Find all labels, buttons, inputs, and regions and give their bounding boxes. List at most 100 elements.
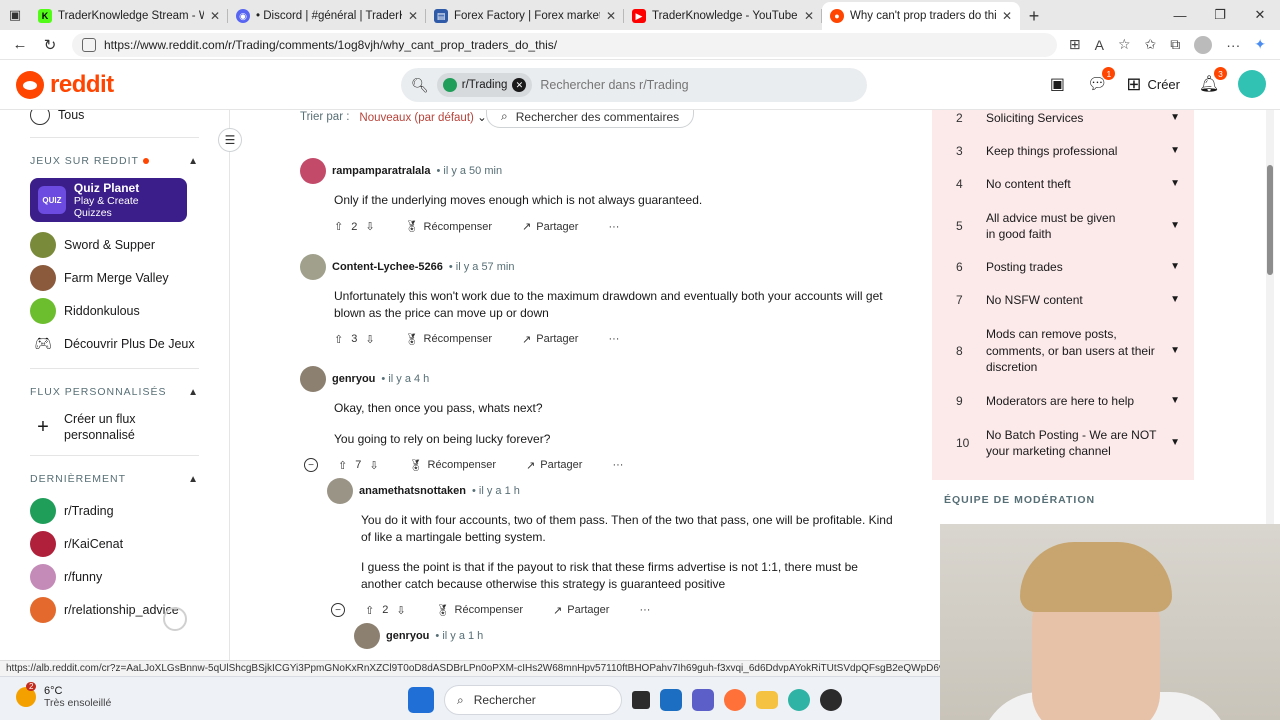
comment-search-button[interactable]: ⌕ Rechercher des commentaires [486,110,695,128]
share-button[interactable]: ↗ Partager [522,220,578,234]
comment-time[interactable]: il y a 1 h [442,630,483,642]
recent-section-header[interactable]: DERNIÈREMENT ▲ [30,464,199,494]
rule-item[interactable]: 3 Keep things professional ▼ [956,143,1180,159]
collapse-thread-icon[interactable]: − [304,458,318,472]
quiz-planet-card[interactable]: QUIZ Quiz Planet Play & Create Quizzes [30,178,187,222]
sidebar-item-recent[interactable]: r/Trading [30,494,199,527]
rule-item[interactable]: 4 No content theft ▼ [956,176,1180,192]
games-section-header[interactable]: JEUX SUR REDDIT ▲ [30,146,199,176]
collapse-thread-icon[interactable]: − [331,603,345,617]
reddit-logo[interactable]: reddit [16,70,114,99]
sidebar-item-all[interactable]: Tous [30,110,199,131]
rule-item[interactable]: 10 No Batch Posting - We are NOT your mar… [956,426,1180,460]
close-tab-icon[interactable]: ✕ [804,9,814,23]
browser-tab[interactable]: ▤ Forex Factory | Forex markets for ✕ [426,2,624,30]
custom-feeds-section-header[interactable]: FLUX PERSONNALISÉS ▲ [30,377,199,407]
file-explorer-icon[interactable] [756,691,778,709]
rule-item[interactable]: 5 All advice must be given in good faith ▼ [956,209,1180,243]
award-button[interactable]: 🏅︎ Récompenser [405,220,492,234]
refresh-icon[interactable]: ↻ [38,33,62,57]
rule-item[interactable]: 9 Moderators are here to help ▼ [956,393,1180,409]
profile-avatar[interactable] [1194,35,1213,54]
read-aloud-icon[interactable]: A [1095,37,1104,53]
share-button[interactable]: ↗ Partager [553,604,609,617]
comment-author[interactable]: genryou [332,373,375,385]
back-icon[interactable]: ← [8,33,32,57]
favorites-icon[interactable]: ✩ [1145,36,1157,53]
share-button[interactable]: ↗ Partager [522,333,578,346]
comment-time[interactable]: il y a 57 min [456,261,515,273]
copilot-icon[interactable]: ✦ [1254,36,1266,53]
firefox-icon[interactable] [724,689,746,711]
scrollbar-thumb[interactable] [1267,165,1273,275]
rule-item[interactable]: 2 Soliciting Services ▼ [956,110,1180,126]
search-input[interactable] [540,78,857,92]
sidebar-item-game[interactable]: Riddonkulous [30,294,199,327]
collapse-sidebar-button[interactable]: ☰ [218,128,242,152]
downvote-icon[interactable]: ⇩ [365,333,374,346]
sort-dropdown[interactable]: Nouveaux (par défaut) ⌄ [359,110,486,124]
comment-time[interactable]: il y a 1 h [479,485,520,497]
more-options-icon[interactable]: ··· [612,459,623,471]
user-avatar[interactable] [354,623,380,649]
rule-item[interactable]: 6 Posting trades ▼ [956,259,1180,275]
browser-tab[interactable]: ▶ TraderKnowledge - YouTube ✕ [624,2,822,30]
favorite-star-icon[interactable]: ☆ [1118,36,1131,53]
close-tab-icon[interactable]: ✕ [408,9,418,23]
collections-icon[interactable]: ⧉ [1170,36,1180,53]
minimize-icon[interactable]: — [1160,8,1200,23]
store-icon[interactable] [660,689,682,711]
user-avatar[interactable] [327,478,353,504]
sidebar-item-recent[interactable]: r/KaiCenat [30,527,199,560]
comment-time[interactable]: il y a 50 min [443,165,502,177]
upvote-icon[interactable]: ⇧ [338,459,347,472]
close-tab-icon[interactable]: ✕ [606,9,616,23]
more-menu-icon[interactable]: ··· [1226,37,1240,53]
search-bar[interactable]: 🔍︎ r/Trading ✕ [401,68,867,102]
create-button[interactable]: ⊞ Créer [1126,74,1180,95]
rule-item[interactable]: 7 No NSFW content ▼ [956,292,1180,308]
close-tab-icon[interactable]: ✕ [1002,9,1012,23]
teams-icon[interactable] [692,689,714,711]
sidebar-item-game[interactable]: Sword & Supper [30,228,199,261]
more-options-icon[interactable]: ··· [608,333,619,345]
user-avatar[interactable] [300,366,326,392]
apps-icon[interactable]: ⊞ [1069,36,1081,53]
browser-tab[interactable]: K TraderKnowledge Stream - Watch ✕ [30,2,228,30]
comment-author[interactable]: genryou [386,630,429,642]
close-window-icon[interactable]: ✕ [1240,7,1280,23]
clear-chip-icon[interactable]: ✕ [512,78,527,92]
user-avatar[interactable] [300,158,326,184]
notifications-icon[interactable]: 🔔︎ 3 [1198,67,1227,95]
browser-tab[interactable]: ◉ • Discord | #général | TraderKnow ✕ [228,2,426,30]
downvote-icon[interactable]: ⇩ [365,220,374,233]
comment-time[interactable]: il y a 4 h [388,373,429,385]
downvote-icon[interactable]: ⇩ [369,459,378,472]
site-info-icon[interactable] [82,37,96,52]
upvote-icon[interactable]: ⇧ [334,220,343,233]
chat-icon[interactable]: 💬︎ 1 [1086,67,1116,95]
advertise-icon[interactable]: ▣ [1046,73,1068,95]
share-button[interactable]: ↗ Partager [526,459,582,472]
user-avatar[interactable] [1238,70,1266,98]
user-avatar[interactable] [300,254,326,280]
comment-author[interactable]: anamethatsnottaken [359,485,466,497]
award-button[interactable]: 🏅︎ Récompenser [409,459,496,472]
obs-icon[interactable] [820,689,842,711]
sidebar-item-game[interactable]: Farm Merge Valley [30,261,199,294]
subreddit-chip[interactable]: r/Trading ✕ [436,73,533,97]
browser-tab-active[interactable]: ● Why can't prop traders do this? : ✕ [822,2,1020,30]
tab-actions-icon[interactable]: ▣ [0,0,30,30]
award-button[interactable]: 🏅︎ Récompenser [405,333,492,346]
more-options-icon[interactable]: ··· [608,221,619,233]
task-view-icon[interactable] [632,691,650,709]
more-options-icon[interactable]: ··· [639,604,650,616]
comment-author[interactable]: rampamparatralala [332,165,430,177]
new-tab-icon[interactable]: + [1020,2,1048,30]
close-tab-icon[interactable]: ✕ [210,9,220,23]
sidebar-item-create-feed[interactable]: + Créer un flux personnalisé [30,407,199,447]
downvote-icon[interactable]: ⇩ [396,604,405,617]
url-field[interactable]: https://www.reddit.com/r/Trading/comment… [72,32,1057,57]
upvote-icon[interactable]: ⇧ [334,333,343,346]
taskbar-search[interactable]: ⌕ Rechercher [444,685,622,715]
